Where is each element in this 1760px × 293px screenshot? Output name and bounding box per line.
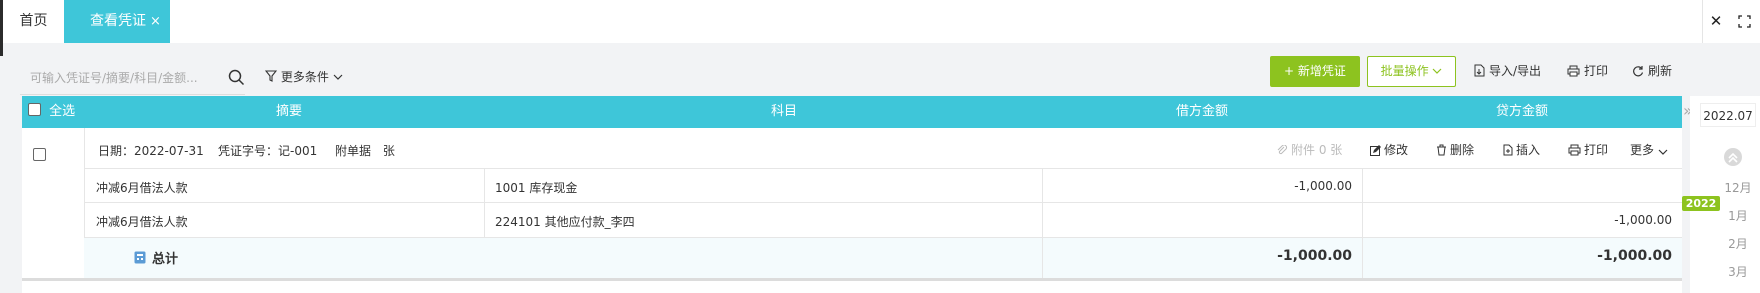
header-account: 科目 (770, 104, 797, 119)
attachment-label: 附件 0 张 (1291, 143, 1343, 157)
attachments-count: 附单据 张 (335, 142, 395, 159)
row-print-label: 打印 (1584, 143, 1609, 157)
attachments-unit: 张 (382, 144, 395, 158)
refresh-button[interactable]: 刷新 (1632, 61, 1672, 81)
divider (484, 168, 485, 238)
printer-icon (1568, 144, 1581, 156)
edit-label: 修改 (1384, 143, 1409, 157)
divider (84, 168, 1682, 169)
header-credit: 贷方金额 (1495, 104, 1548, 119)
edit-button[interactable]: 修改 (1370, 141, 1408, 159)
search-input[interactable] (20, 63, 210, 93)
attachments-label: 附单据 (335, 144, 372, 158)
timeline-month[interactable]: 3月 (1718, 263, 1758, 280)
table-header: 全选 摘要 科目 借方金额 贷方金额 (22, 96, 1682, 128)
voucher-number: 凭证字号：记-001 (218, 144, 318, 158)
refresh-label: 刷新 (1648, 64, 1673, 78)
tab-bar (0, 0, 1760, 43)
paperclip-icon (1277, 144, 1287, 155)
chevron-down-icon (1432, 68, 1442, 74)
batch-operations-label: 批量操作 (1380, 64, 1429, 78)
refresh-icon (1633, 66, 1644, 77)
total-label: 总计 (152, 252, 179, 267)
print-label: 打印 (1584, 64, 1609, 78)
entry-account: 1001 库存现金 (495, 181, 578, 195)
fullscreen-icon[interactable] (1730, 0, 1758, 43)
chevron-down-icon (1658, 149, 1668, 155)
delete-label: 删除 (1450, 143, 1475, 157)
timeline-month[interactable]: 12月 (1718, 179, 1758, 196)
import-icon (1474, 64, 1485, 77)
more-actions-button[interactable]: 更多 (1630, 141, 1671, 159)
select-all-label: 全选 (49, 104, 76, 119)
select-all[interactable]: 全选 (28, 96, 88, 128)
tab-home[interactable]: 首页 (3, 0, 64, 43)
entry-account: 224101 其他应付款_李四 (495, 215, 635, 229)
divider (1042, 238, 1043, 278)
plus-icon: + (1284, 64, 1298, 78)
insert-button[interactable]: 插入 (1502, 141, 1540, 159)
chevron-down-icon (333, 74, 343, 80)
more-conditions-label: 更多条件 (280, 70, 329, 84)
entry-credit: -1,000.00 (1614, 213, 1672, 227)
entry-summary: 冲减6月借法人款 (96, 215, 188, 229)
total-credit: -1,000.00 (1597, 248, 1672, 264)
row-print-button[interactable]: 打印 (1568, 141, 1608, 159)
entry-summary: 冲减6月借法人款 (96, 181, 188, 195)
divider (1362, 238, 1363, 278)
attachment-button[interactable]: 附件 0 张 (1277, 141, 1342, 159)
print-button[interactable]: 打印 (1567, 61, 1608, 81)
trash-icon (1437, 144, 1446, 156)
add-voucher-label: 新增凭证 (1297, 64, 1346, 78)
total-debit: -1,000.00 (1277, 248, 1352, 264)
import-export-label: 导入/导出 (1489, 64, 1542, 78)
header-summary: 摘要 (275, 104, 302, 119)
more-conditions-button[interactable]: 更多条件 (264, 67, 343, 87)
divider (84, 202, 1682, 203)
timeline-month[interactable]: 2月 (1718, 235, 1758, 252)
search-icon[interactable] (228, 69, 245, 89)
entry-debit: -1,000.00 (1294, 179, 1352, 193)
delete-button[interactable]: 删除 (1436, 141, 1474, 159)
filter-icon (264, 70, 278, 82)
batch-operations-button[interactable]: 批量操作 (1367, 56, 1456, 87)
timeline-month[interactable]: 1月 (1718, 207, 1758, 224)
tab-view-voucher-label: 查看凭证 (90, 13, 146, 29)
tab-close-icon[interactable]: × (150, 0, 161, 43)
close-window-icon[interactable]: ✕ (1702, 0, 1730, 43)
edit-icon (1370, 145, 1381, 156)
calculator-icon (134, 251, 146, 267)
more-actions-label: 更多 (1630, 143, 1655, 157)
search-box (20, 63, 245, 95)
insert-label: 插入 (1516, 143, 1541, 157)
header-debit: 借方金额 (1175, 104, 1228, 119)
import-export-button[interactable]: 导入/导出 (1473, 61, 1541, 81)
printer-icon (1567, 65, 1580, 77)
current-period[interactable]: 2022.07 (1700, 103, 1756, 127)
insert-icon (1503, 144, 1513, 156)
tab-view-voucher[interactable]: 查看凭证 × (64, 0, 170, 43)
scroll-up-icon[interactable] (1724, 148, 1742, 169)
add-voucher-button[interactable]: + 新增凭证 (1270, 56, 1360, 87)
year-badge: 2022 (1682, 196, 1720, 211)
voucher-checkbox[interactable] (33, 148, 46, 161)
voucher-date: 日期：2022-07-31 (98, 144, 204, 158)
select-all-checkbox[interactable] (28, 103, 41, 116)
divider (22, 278, 1682, 281)
